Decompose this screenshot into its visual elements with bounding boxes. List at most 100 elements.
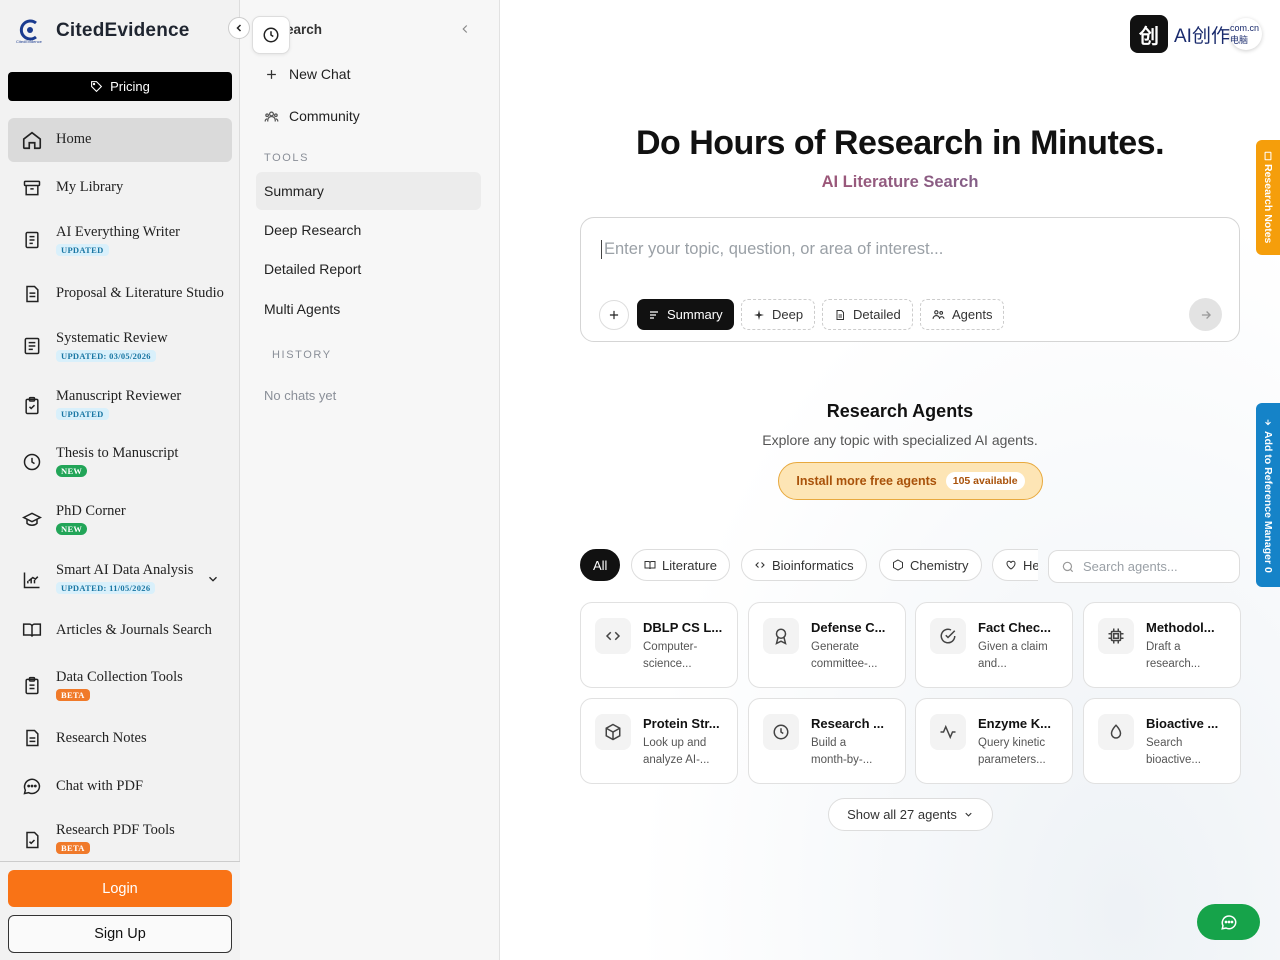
pricing-button[interactable]: Pricing	[8, 72, 232, 101]
category-label: Chemistry	[910, 557, 969, 573]
chat-bubble-icon	[20, 774, 44, 798]
history-button[interactable]	[252, 16, 290, 54]
agent-title: Fact Chec...	[978, 620, 1051, 635]
agent-card[interactable]: Protein Str... Look up and analyze AI-..…	[580, 698, 738, 784]
nav-label: Home	[56, 131, 92, 147]
new-chat-button[interactable]: New Chat	[256, 55, 481, 93]
search-input[interactable]: Enter your topic, question, or area of i…	[601, 240, 943, 259]
mode-summary[interactable]: Summary	[637, 299, 734, 330]
nav-item-my-library[interactable]: My Library	[8, 166, 232, 210]
chat-bubble-icon	[1220, 915, 1237, 930]
nav-item-ai-everything-writer[interactable]: AI Everything Writer UPDATED	[8, 218, 232, 264]
panel-collapse-button[interactable]	[458, 22, 472, 36]
category-label: Literature	[662, 557, 717, 573]
hexagon-icon	[893, 559, 903, 571]
agents-subtitle: Explore any topic with specialized AI ag…	[762, 432, 1038, 448]
attach-button[interactable]	[599, 300, 629, 330]
nav-item-proposal-literature-studio[interactable]: Proposal & Literature Studio	[8, 272, 232, 316]
nav-item-systematic-review[interactable]: Systematic Review UPDATED: 03/05/2026	[8, 324, 232, 370]
tools-heading: TOOLS	[264, 152, 310, 164]
tool-multi-agents[interactable]: Multi Agents	[256, 290, 481, 328]
category-literature[interactable]: Literature	[631, 549, 730, 581]
no-chats-text: No chats yet	[264, 388, 337, 403]
file-check-icon	[20, 828, 44, 852]
agent-card[interactable]: Methodol... Draft a research...	[1083, 602, 1241, 688]
login-button[interactable]: Login	[8, 870, 232, 907]
graduation-cap-icon	[20, 508, 44, 532]
code-icon	[755, 562, 765, 568]
pricing-label: Pricing	[110, 79, 150, 94]
nav-label: Research PDF Tools	[56, 822, 175, 838]
category-health[interactable]: He	[992, 549, 1038, 581]
research-notes-tab[interactable]: Research Notes	[1256, 140, 1280, 255]
mode-label: Deep	[772, 307, 804, 322]
nav-item-data-collection-tools[interactable]: Data Collection Tools BETA	[8, 664, 232, 710]
avatar[interactable]: com.cn 电脑	[1230, 18, 1262, 50]
document-icon	[836, 309, 844, 320]
chevron-left-icon	[462, 25, 468, 33]
agent-title: Enzyme K...	[978, 716, 1051, 731]
nav-item-home[interactable]: Home	[8, 118, 232, 162]
agent-card[interactable]: Enzyme K... Query kinetic parameters...	[915, 698, 1073, 784]
category-chemistry[interactable]: Chemistry	[879, 549, 982, 581]
nav-item-phd-corner[interactable]: PhD Corner NEW	[8, 498, 232, 544]
community-link[interactable]: Community	[256, 97, 481, 135]
chevron-down-icon	[965, 812, 972, 817]
community-label: Community	[289, 108, 360, 124]
agent-card[interactable]: Research ... Build a month-by-...	[748, 698, 906, 784]
droplet-icon	[1098, 714, 1134, 750]
clipboard-list-icon	[20, 674, 44, 698]
book-icon	[644, 561, 656, 570]
agent-card[interactable]: Defense C... Generate committee-...	[748, 602, 906, 688]
agent-card[interactable]: DBLP CS L... Computer-science...	[580, 602, 738, 688]
plus-icon	[267, 69, 276, 79]
mode-agents[interactable]: Agents	[920, 299, 1005, 330]
tool-detailed-report[interactable]: Detailed Report	[256, 250, 481, 288]
send-button[interactable]	[1189, 298, 1222, 331]
nav-item-research-pdf-tools[interactable]: Research PDF Tools BETA	[8, 820, 232, 860]
brand[interactable]: CitedEvidence CitedEvidence	[16, 18, 190, 44]
nav-item-research-notes[interactable]: Research Notes	[8, 718, 232, 758]
support-chat-button[interactable]	[1197, 904, 1260, 940]
nav-item-manuscript-reviewer[interactable]: Manuscript Reviewer UPDATED	[8, 382, 232, 428]
nav-item-chat-with-pdf[interactable]: Chat with PDF	[8, 766, 232, 806]
sparkle-icon	[754, 309, 764, 320]
agent-card[interactable]: Fact Chec... Given a claim and...	[915, 602, 1073, 688]
agent-search-input[interactable]: Search agents...	[1048, 550, 1240, 583]
agent-title: Bioactive ...	[1146, 716, 1219, 731]
signup-button[interactable]: Sign Up	[8, 915, 232, 953]
status-badge: UPDATED	[56, 408, 109, 420]
agent-description: Search bioactive...	[1146, 737, 1201, 766]
check-circle-icon	[930, 618, 966, 654]
nav-item-thesis-to-manuscript[interactable]: Thesis to Manuscript NEW	[8, 440, 232, 486]
agent-description: Query kinetic parameters...	[978, 737, 1046, 766]
tool-deep-research[interactable]: Deep Research	[256, 211, 481, 249]
ai-creation-logo[interactable]: 创 AI创作	[1130, 15, 1230, 53]
reference-manager-tab[interactable]: Add to Reference Manager 0	[1256, 403, 1280, 587]
tool-summary[interactable]: Summary	[256, 172, 481, 210]
status-badge: NEW	[56, 465, 88, 477]
nav-label: My Library	[56, 179, 124, 195]
archive-icon	[20, 176, 44, 200]
nav-item-smart-ai-data-analysis[interactable]: Smart AI Data Analysis UPDATED: 11/05/202…	[8, 556, 232, 602]
install-agents-button[interactable]: Install more free agents 105 available	[778, 462, 1043, 500]
mode-detailed[interactable]: Detailed	[822, 299, 913, 330]
tool-label: Detailed Report	[264, 261, 362, 277]
agent-card[interactable]: Bioactive ... Search bioactive...	[1083, 698, 1241, 784]
show-all-agents-button[interactable]: Show all 27 agents	[828, 798, 993, 831]
nav-label: Data Collection Tools	[56, 669, 183, 685]
show-all-label: Show all 27 agents	[847, 807, 957, 822]
category-bioinformatics[interactable]: Bioinformatics	[741, 549, 867, 581]
mode-deep[interactable]: Deep	[741, 299, 816, 330]
sidebar: CitedEvidence CitedEvidence Pricing Home…	[0, 0, 240, 960]
category-all[interactable]: All	[580, 549, 621, 581]
mode-label: Agents	[952, 307, 993, 322]
chevron-down-icon[interactable]	[206, 572, 220, 586]
heart-icon	[1006, 560, 1016, 570]
category-label: He	[1023, 557, 1038, 573]
sidebar-collapse-button[interactable]	[228, 17, 250, 39]
file-text-icon	[20, 282, 44, 306]
nav-item-articles-journals-search[interactable]: Articles & Journals Search	[8, 610, 232, 650]
clock-icon	[763, 714, 799, 750]
clipboard-check-icon	[20, 394, 44, 418]
